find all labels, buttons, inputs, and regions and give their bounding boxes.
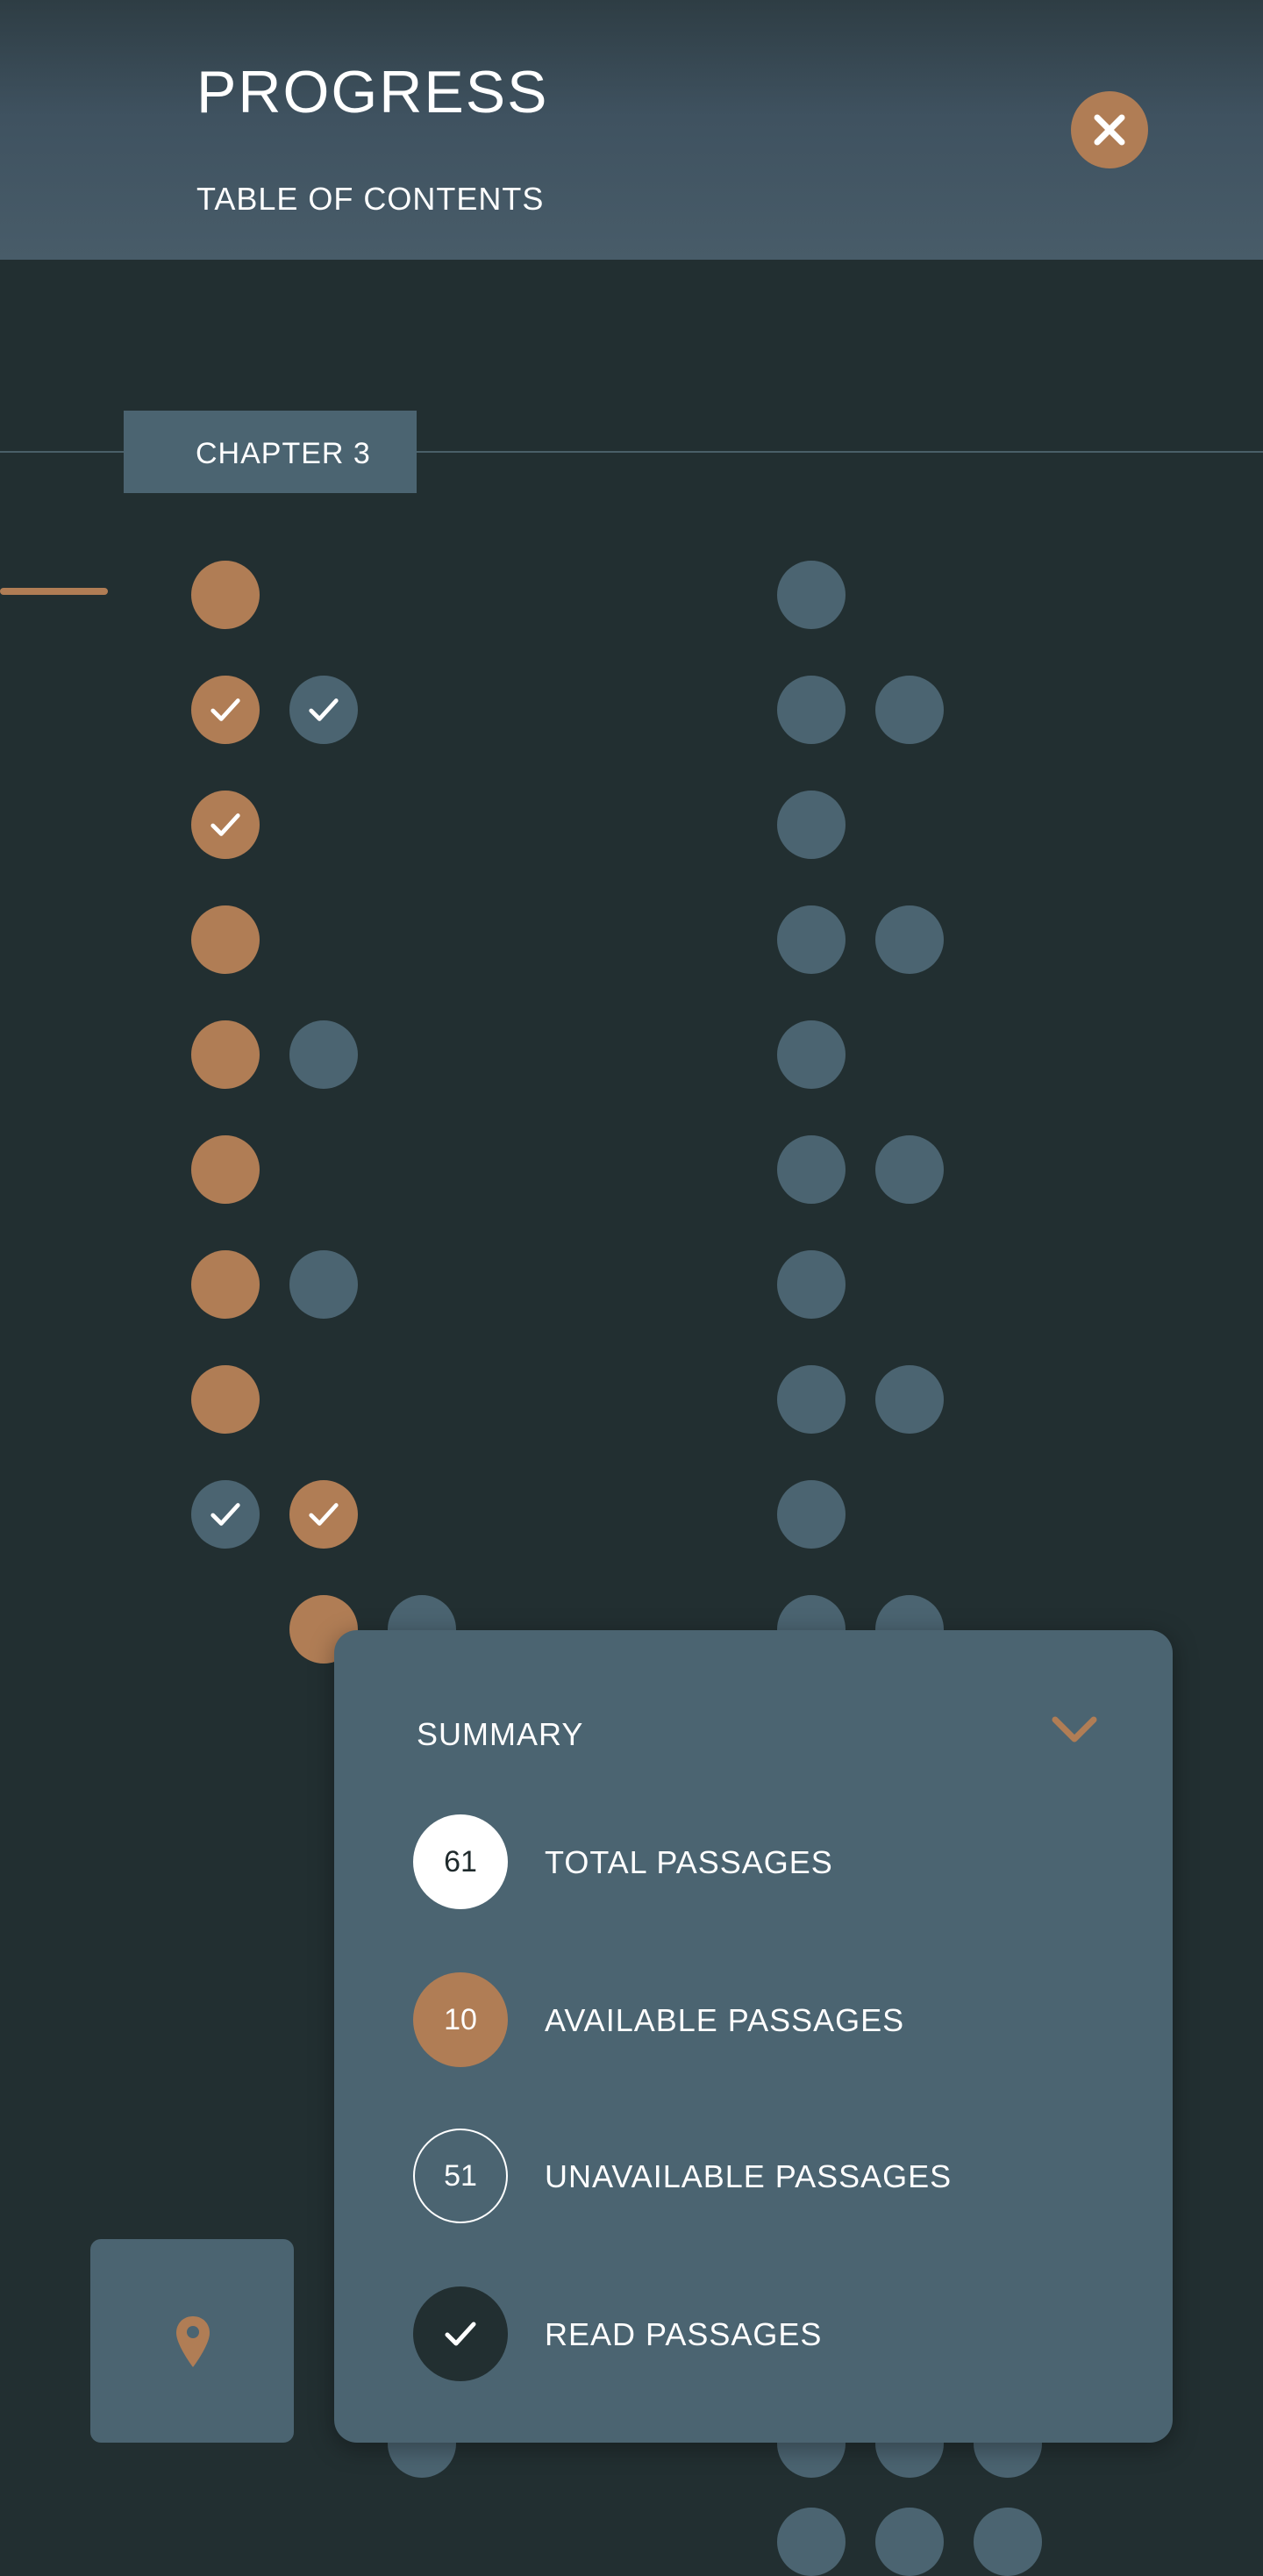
available-passages-label: AVAILABLE PASSAGES	[545, 2002, 905, 2038]
check-icon	[445, 2322, 476, 2346]
passage-dot[interactable]	[191, 561, 260, 629]
passage-dot[interactable]	[191, 1135, 260, 1204]
summary-panel: SUMMARY 61 TOTAL PASSAGES 10 AVAILABLE P…	[334, 1630, 1173, 2443]
passage-dot[interactable]	[777, 561, 846, 629]
close-button[interactable]	[1071, 91, 1148, 168]
passage-dot[interactable]	[289, 676, 358, 744]
chevron-down-icon[interactable]	[1050, 1711, 1099, 1746]
passage-dot[interactable]	[777, 2508, 846, 2576]
locate-position-button[interactable]	[90, 2239, 294, 2443]
summary-title: SUMMARY	[417, 1716, 584, 1752]
passage-dot[interactable]	[289, 1020, 358, 1089]
passage-dot[interactable]	[777, 676, 846, 744]
passage-dot[interactable]	[191, 1020, 260, 1089]
page-subtitle: TABLE OF CONTENTS	[196, 181, 545, 217]
check-icon	[210, 698, 240, 721]
total-passages-count: 61	[413, 1814, 508, 1909]
passage-dot[interactable]	[974, 2508, 1042, 2576]
passage-dot[interactable]	[191, 1480, 260, 1549]
chapter-label: CHAPTER 3	[196, 437, 371, 470]
chapter-tab[interactable]: CHAPTER 3	[124, 411, 417, 493]
passage-dot[interactable]	[875, 676, 944, 744]
unavailable-passages-count: 51	[413, 2129, 508, 2223]
passage-dot[interactable]	[777, 1135, 846, 1204]
read-passages-badge	[413, 2286, 508, 2381]
passage-dot[interactable]	[191, 1250, 260, 1319]
total-passages-label: TOTAL PASSAGES	[545, 1844, 833, 1880]
passage-dot[interactable]	[875, 1135, 944, 1204]
passage-dot[interactable]	[777, 791, 846, 859]
unavailable-passages-label: UNAVAILABLE PASSAGES	[545, 2158, 953, 2194]
check-icon	[210, 813, 240, 836]
summary-row-available: 10 AVAILABLE PASSAGES	[413, 1972, 1115, 2067]
read-passages-label: READ PASSAGES	[545, 2316, 823, 2352]
passage-dot[interactable]	[191, 1365, 260, 1434]
passage-dot[interactable]	[777, 1365, 846, 1434]
page-title: PROGRESS	[196, 59, 549, 125]
passage-dot[interactable]	[289, 1250, 358, 1319]
passage-dot[interactable]	[289, 1480, 358, 1549]
check-icon	[309, 1503, 339, 1526]
map-pin-icon	[176, 2316, 210, 2367]
current-position-marker	[0, 588, 108, 595]
passage-dot[interactable]	[777, 1020, 846, 1089]
close-icon	[1094, 114, 1125, 146]
available-passages-count: 10	[413, 1972, 508, 2067]
passage-dot[interactable]	[777, 1480, 846, 1549]
passage-dot[interactable]	[875, 1365, 944, 1434]
passage-dot[interactable]	[777, 1250, 846, 1319]
check-icon	[210, 1503, 240, 1526]
progress-header: PROGRESS TABLE OF CONTENTS	[0, 0, 1263, 260]
summary-row-total: 61 TOTAL PASSAGES	[413, 1814, 1115, 1909]
passage-dot[interactable]	[191, 791, 260, 859]
passage-dot[interactable]	[777, 905, 846, 974]
passage-dot[interactable]	[875, 2508, 944, 2576]
summary-row-unavailable: 51 UNAVAILABLE PASSAGES	[413, 2129, 1115, 2223]
passage-dot[interactable]	[191, 905, 260, 974]
passage-dot[interactable]	[875, 905, 944, 974]
passage-dot[interactable]	[191, 676, 260, 744]
check-icon	[309, 698, 339, 721]
summary-row-read: READ PASSAGES	[413, 2286, 1115, 2381]
